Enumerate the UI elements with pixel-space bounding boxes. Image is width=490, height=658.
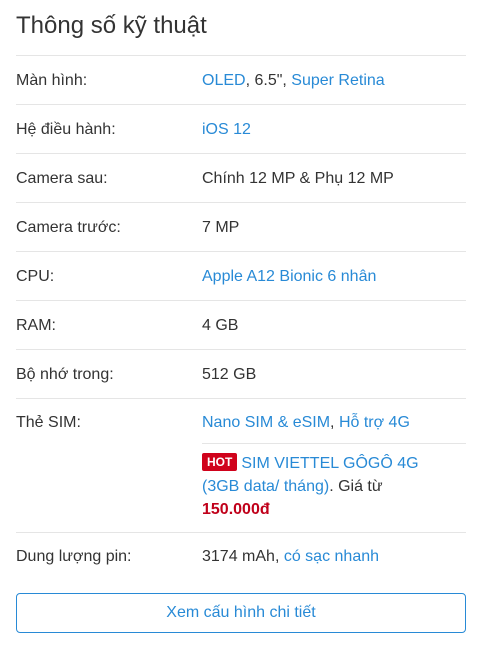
panel-title: Thông số kỹ thuật — [16, 12, 207, 39]
spec-value: Nano SIM & eSIM, Hỗ trợ 4G — [202, 414, 410, 431]
spec-link-fast-charge[interactable]: có sạc nhanh — [284, 548, 379, 565]
spec-label: CPU: — [16, 268, 55, 285]
spec-row-cpu: CPU: Apple A12 Bionic 6 nhân — [16, 251, 466, 300]
sim-price: 150.000đ — [202, 501, 270, 518]
spec-link-super-retina[interactable]: Super Retina — [291, 72, 384, 89]
spec-row-ram: RAM: 4 GB — [16, 300, 466, 349]
spec-row-os: Hệ điều hành: iOS 12 — [16, 104, 466, 153]
hot-badge: HOT — [202, 453, 238, 471]
spec-link-ios[interactable]: iOS 12 — [202, 121, 251, 138]
spec-label: Camera trước: — [16, 219, 121, 236]
spec-row-front-camera: Camera trước: 7 MP — [16, 202, 466, 251]
spec-value: 7 MP — [202, 219, 240, 236]
spec-value: iOS 12 — [202, 121, 251, 139]
spec-link-4g[interactable]: Hỗ trợ 4G — [339, 414, 410, 431]
price-prefix: . Giá từ — [329, 478, 383, 495]
sim-promo[interactable]: HOT SIM VIETTEL GÔGÔ 4G (3GB data/ tháng)… — [202, 452, 466, 521]
spec-value: 512 GB — [202, 366, 257, 383]
spec-label: Thẻ SIM: — [16, 414, 81, 431]
spec-value: Chính 12 MP & Phụ 12 MP — [202, 170, 394, 187]
spec-panel: Thông số kỹ thuật Màn hình: OLED, 6.5", … — [0, 0, 490, 658]
spec-row-sim: Thẻ SIM: Nano SIM & eSIM, Hỗ trợ 4G HOT S… — [16, 398, 466, 532]
spec-row-screen: Màn hình: OLED, 6.5", Super Retina — [16, 55, 466, 104]
sim-promo-data-link[interactable]: (3GB data/ tháng) — [202, 478, 329, 495]
spec-value: 4 GB — [202, 317, 239, 334]
sim-promo-divider — [202, 443, 466, 444]
spec-row-rear-camera: Camera sau: Chính 12 MP & Phụ 12 MP — [16, 153, 466, 202]
view-detail-button[interactable]: Xem cấu hình chi tiết — [16, 593, 466, 633]
spec-row-battery: Dung lượng pin: 3174 mAh, có sạc nhanh — [16, 532, 466, 581]
spec-label: RAM: — [16, 317, 56, 334]
spec-value: Apple A12 Bionic 6 nhân — [202, 268, 376, 286]
spec-value: 3174 mAh, có sạc nhanh — [202, 548, 380, 565]
spec-label: Dung lượng pin: — [16, 548, 132, 565]
spec-value: OLED, 6.5", Super Retina — [202, 72, 385, 89]
spec-link-oled[interactable]: OLED — [202, 72, 246, 89]
spec-row-storage: Bộ nhớ trong: 512 GB — [16, 349, 466, 398]
spec-label: Bộ nhớ trong: — [16, 366, 114, 383]
spec-label: Camera sau: — [16, 170, 108, 187]
spec-link-cpu[interactable]: Apple A12 Bionic 6 nhân — [202, 268, 376, 285]
spec-label: Màn hình: — [16, 72, 88, 89]
spec-link-nano-sim[interactable]: Nano SIM & eSIM — [202, 414, 330, 431]
sim-promo-link[interactable]: SIM VIETTEL GÔGÔ 4G — [241, 455, 418, 472]
spec-label: Hệ điều hành: — [16, 121, 116, 138]
